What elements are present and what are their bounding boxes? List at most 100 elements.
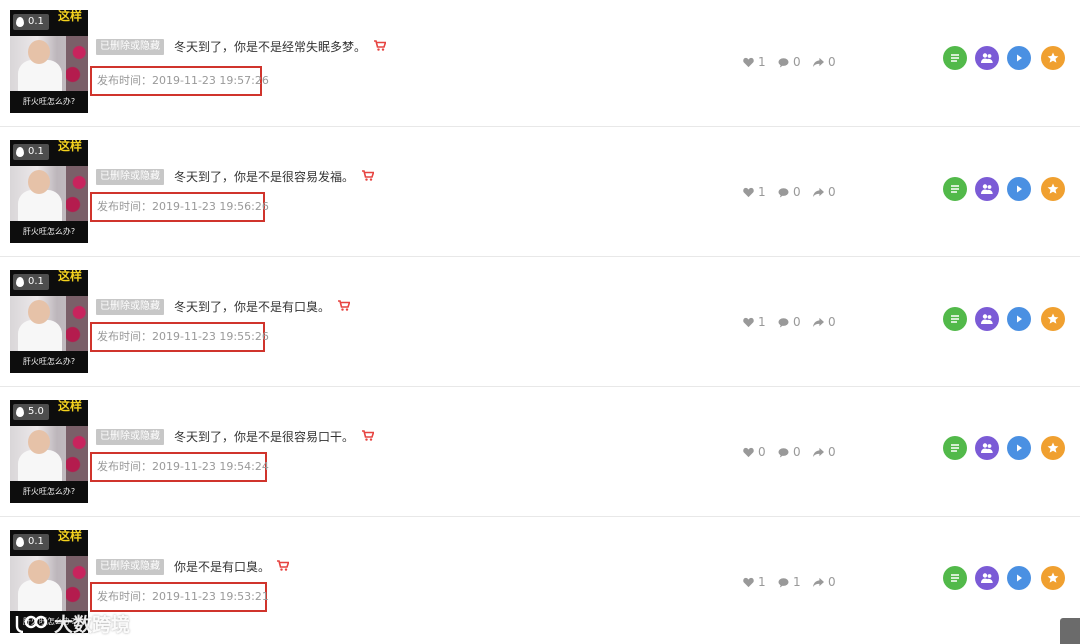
comment-count[interactable]: 1: [778, 575, 801, 589]
play-action-button[interactable]: [1007, 566, 1031, 590]
people-icon: [981, 53, 993, 63]
heat-badge: 0.1: [13, 534, 49, 550]
publish-time-highlight: 发布时间：2019-11-23 19:54:24: [90, 452, 269, 482]
like-count[interactable]: 1: [743, 575, 766, 589]
post-title[interactable]: 冬天到了，你是不是很容易发福。: [174, 169, 354, 185]
share-count[interactable]: 0: [813, 445, 836, 459]
thumbnail-overlay-text: 这样: [57, 400, 82, 413]
star-icon: [1047, 183, 1059, 194]
watermark-logo-icon: [15, 615, 48, 633]
heat-badge: 0.1: [13, 14, 49, 30]
publish-time: 发布时间：2019-11-23 19:56:26: [97, 200, 269, 213]
comment-count[interactable]: 0: [778, 185, 801, 199]
star-icon: [1047, 442, 1059, 453]
heart-icon: [743, 57, 754, 67]
thumbnail-caption: 肝火旺怎么办?: [10, 91, 88, 113]
people-action-button[interactable]: [975, 307, 999, 331]
post-title[interactable]: 你是不是有口臭。: [174, 559, 270, 575]
like-count[interactable]: 0: [743, 445, 766, 459]
play-icon: [1017, 185, 1022, 193]
star-action-button[interactable]: [1041, 566, 1065, 590]
share-count[interactable]: 0: [813, 55, 836, 69]
like-count[interactable]: 1: [743, 55, 766, 69]
text-icon: [951, 185, 959, 193]
text-action-button[interactable]: [943, 46, 967, 70]
share-count[interactable]: 0: [813, 315, 836, 329]
star-action-button[interactable]: [1041, 307, 1065, 331]
flame-icon: [16, 537, 24, 547]
thumbnail-caption: 肝火旺怎么办?: [10, 351, 88, 373]
thumbnail-overlay-text: 这样: [57, 270, 82, 283]
share-icon: [813, 577, 824, 587]
thumbnail-overlay-text: 这样: [57, 530, 82, 543]
cart-icon[interactable]: [277, 560, 289, 571]
comment-count[interactable]: 0: [778, 445, 801, 459]
star-icon: [1047, 313, 1059, 324]
text-icon: [951, 315, 959, 323]
people-icon: [981, 314, 993, 324]
star-icon: [1047, 572, 1059, 583]
watermark: 大数跨境: [14, 610, 130, 637]
thumbnail-caption: 肝火旺怎么办?: [10, 481, 88, 503]
status-badge: 已删除或隐藏: [96, 39, 164, 55]
video-thumbnail[interactable]: 0.1 这样 肝火旺怎么办?: [10, 10, 88, 113]
play-action-button[interactable]: [1007, 177, 1031, 201]
like-count[interactable]: 1: [743, 315, 766, 329]
text-icon: [951, 574, 959, 582]
cart-icon[interactable]: [362, 430, 374, 441]
comment-icon: [778, 57, 789, 68]
heat-badge: 5.0: [13, 404, 49, 420]
thumbnail-overlay-text: 这样: [57, 140, 82, 153]
star-action-button[interactable]: [1041, 46, 1065, 70]
comment-icon: [778, 577, 789, 588]
resize-corner[interactable]: [1060, 618, 1080, 644]
video-thumbnail[interactable]: 0.1 这样 肝火旺怎么办?: [10, 270, 88, 373]
publish-time-highlight: 发布时间：2019-11-23 19:57:26: [90, 66, 269, 96]
publish-time: 发布时间：2019-11-23 19:54:24: [97, 460, 269, 473]
heart-icon: [743, 317, 754, 327]
people-action-button[interactable]: [975, 177, 999, 201]
publish-time-highlight: 发布时间：2019-11-23 19:55:26: [90, 322, 269, 352]
people-action-button[interactable]: [975, 436, 999, 460]
share-count[interactable]: 0: [813, 185, 836, 199]
text-action-button[interactable]: [943, 566, 967, 590]
people-icon: [981, 184, 993, 194]
publish-time-highlight: 发布时间：2019-11-23 19:56:26: [90, 192, 269, 222]
play-icon: [1017, 574, 1022, 582]
play-action-button[interactable]: [1007, 46, 1031, 70]
post-row: 0.1 这样 肝火旺怎么办? 已删除或隐藏 你是不是有口臭。 发布时间：2019…: [0, 520, 1080, 644]
comment-icon: [778, 317, 789, 328]
post-title[interactable]: 冬天到了，你是不是有口臭。: [174, 299, 330, 315]
post-title[interactable]: 冬天到了，你是不是很容易口干。: [174, 429, 354, 445]
people-action-button[interactable]: [975, 46, 999, 70]
cart-icon[interactable]: [374, 40, 386, 51]
text-action-button[interactable]: [943, 436, 967, 460]
video-thumbnail[interactable]: 5.0 这样 肝火旺怎么办?: [10, 400, 88, 503]
post-title[interactable]: 冬天到了，你是不是经常失眠多梦。: [174, 39, 366, 55]
share-icon: [813, 447, 824, 457]
flame-icon: [16, 147, 24, 157]
text-action-button[interactable]: [943, 307, 967, 331]
cart-icon[interactable]: [338, 300, 350, 311]
status-badge: 已删除或隐藏: [96, 559, 164, 575]
play-action-button[interactable]: [1007, 436, 1031, 460]
star-action-button[interactable]: [1041, 436, 1065, 460]
video-thumbnail[interactable]: 0.1 这样 肝火旺怎么办?: [10, 140, 88, 243]
text-action-button[interactable]: [943, 177, 967, 201]
comment-count[interactable]: 0: [778, 55, 801, 69]
status-badge: 已删除或隐藏: [96, 169, 164, 185]
people-icon: [981, 573, 993, 583]
cart-icon[interactable]: [362, 170, 374, 181]
share-count[interactable]: 0: [813, 575, 836, 589]
comment-count[interactable]: 0: [778, 315, 801, 329]
play-action-button[interactable]: [1007, 307, 1031, 331]
post-row: 0.1 这样 肝火旺怎么办? 已删除或隐藏 冬天到了，你是不是很容易发福。 发布…: [0, 130, 1080, 260]
heart-icon: [743, 577, 754, 587]
star-action-button[interactable]: [1041, 177, 1065, 201]
heart-icon: [743, 187, 754, 197]
status-badge: 已删除或隐藏: [96, 429, 164, 445]
thumbnail-overlay-text: 这样: [57, 10, 82, 23]
people-action-button[interactable]: [975, 566, 999, 590]
like-count[interactable]: 1: [743, 185, 766, 199]
star-icon: [1047, 52, 1059, 63]
